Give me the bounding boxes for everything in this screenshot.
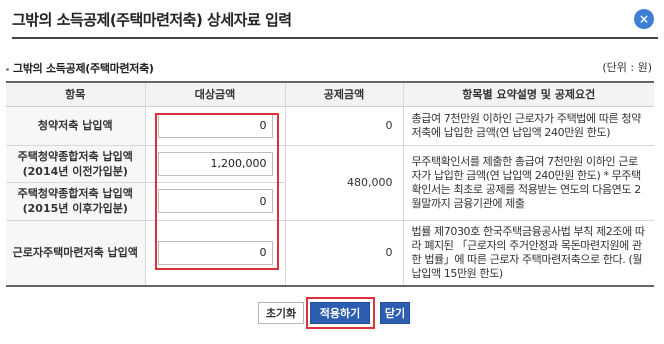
dialog-title: 그밖의 소득공제(주택마련저축) 상세자료 입력 [12, 11, 292, 29]
row-deduction-value: 0 [284, 106, 403, 146]
table-row: 주택청약종합저축 납입액 (2014년 이전가입분) 480,000 무주택확인… [6, 145, 654, 221]
row-description: 법률 제7030호 한국주택금융공사법 부칙 제2조에 따라 폐지된 「근로자의… [402, 220, 654, 287]
housing-subscription-pre2014-amount-input[interactable] [157, 151, 273, 176]
header-item: 항목 [6, 81, 145, 107]
close-icon[interactable]: × [634, 9, 654, 29]
header-target-amount: 대상금액 [144, 81, 285, 107]
row-amount-cell [144, 106, 285, 146]
table-row: 근로자주택마련저축 납입액 0 법률 제7030호 한국주택금융공사법 부칙 제… [6, 220, 654, 287]
section-title: 그밖의 소득공제(주택마련저축) [6, 60, 154, 76]
row-deduction-value: 0 [284, 220, 403, 287]
row-description: 무주택확인서를 제출한 총급여 7천만원 이하인 근로자가 납입한 금액(연 납… [402, 145, 654, 221]
deduction-table: 항목 대상금액 공제금액 항목별 요약설명 및 공제요건 청약저축 납입액 0 … [6, 81, 654, 287]
section-title-text: 그밖의 소득공제(주택마련저축) [13, 62, 154, 75]
row-item-label: 주택청약종합저축 납입액 (2015년 이후가입분) [6, 182, 145, 221]
reset-button[interactable]: 초기화 [258, 302, 304, 324]
row-amount-cell [144, 182, 285, 221]
close-button[interactable]: 닫기 [380, 302, 410, 324]
row-amount-cell [144, 145, 285, 183]
row-item-label: 청약저축 납입액 [6, 106, 145, 146]
apply-button[interactable]: 적용하기 [310, 302, 370, 324]
subscription-savings-amount-input[interactable] [157, 113, 273, 138]
bullet-icon [6, 67, 9, 71]
row-description: 총급여 7천만원 이하인 근로자가 주택법에 따른 청약저축에 납입한 금액(연… [402, 106, 654, 146]
row-item-label: 근로자주택마련저축 납입액 [6, 220, 145, 287]
row-deduction-value: 480,000 [284, 145, 403, 221]
table-row: 청약저축 납입액 0 총급여 7천만원 이하인 근로자가 주택법에 따른 청약저… [6, 106, 654, 146]
worker-housing-savings-amount-input[interactable] [157, 240, 273, 265]
row-item-label: 주택청약종합저축 납입액 (2014년 이전가입분) [6, 145, 145, 183]
unit-label: (단위 : 원) [602, 61, 652, 74]
header-description: 항목별 요약설명 및 공제요건 [402, 81, 654, 107]
title-divider [12, 37, 658, 39]
row-amount-cell [144, 220, 285, 287]
header-deduction-amount: 공제금액 [284, 81, 403, 107]
table-header-row: 항목 대상금액 공제금액 항목별 요약설명 및 공제요건 [6, 81, 654, 107]
housing-subscription-post2015-amount-input[interactable] [157, 189, 273, 213]
